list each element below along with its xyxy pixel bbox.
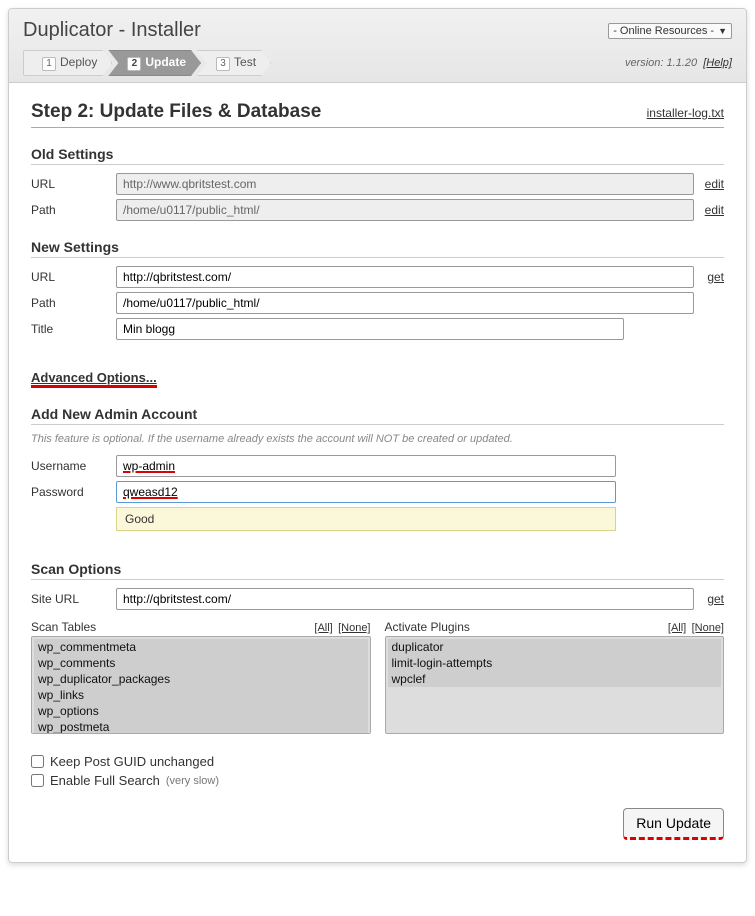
new-title-input[interactable] [116, 318, 624, 340]
old-path-input [116, 199, 694, 221]
old-url-label: URL [31, 177, 116, 191]
app-title: Duplicator - Installer [23, 19, 201, 42]
plugin-option[interactable]: limit-login-attempts [388, 655, 722, 671]
tables-none-link[interactable]: [None] [338, 622, 370, 634]
old-settings-heading: Old Settings [31, 146, 724, 165]
version-label: version: 1.1.20 [Help] [625, 57, 732, 69]
new-path-label: Path [31, 296, 116, 310]
admin-account-heading: Add New Admin Account [31, 406, 724, 425]
site-url-get-link[interactable]: get [707, 592, 724, 606]
table-option[interactable]: wp_links [34, 687, 368, 703]
advanced-options-toggle[interactable]: Advanced Options... [31, 370, 157, 388]
scan-options-heading: Scan Options [31, 561, 724, 580]
step-test[interactable]: 3Test [197, 50, 271, 76]
run-update-button[interactable]: Run Update [623, 808, 724, 840]
page-title: Step 2: Update Files & Database [31, 101, 321, 123]
step-update[interactable]: 2Update [108, 50, 201, 76]
table-option[interactable]: wp_postmeta [34, 719, 368, 734]
scan-tables-label: Scan Tables [31, 620, 96, 634]
activate-plugins-select[interactable]: duplicatorlimit-login-attemptswpclef [385, 636, 725, 734]
old-url-input [116, 173, 694, 195]
plugins-none-link[interactable]: [None] [692, 622, 724, 634]
plugin-option[interactable]: wpclef [388, 671, 722, 687]
old-path-label: Path [31, 203, 116, 217]
scan-tables-select[interactable]: wp_commentmetawp_commentswp_duplicator_p… [31, 636, 371, 734]
new-path-input[interactable] [116, 292, 694, 314]
admin-note: This feature is optional. If the usernam… [31, 433, 724, 445]
password-label: Password [31, 485, 116, 499]
site-url-label: Site URL [31, 592, 116, 606]
table-option[interactable]: wp_comments [34, 655, 368, 671]
activate-plugins-label: Activate Plugins [385, 620, 470, 634]
step-deploy[interactable]: 1Deploy [23, 50, 112, 76]
plugin-option[interactable]: duplicator [388, 639, 722, 655]
installer-log-link[interactable]: installer-log.txt [647, 106, 724, 120]
tables-all-link[interactable]: [All] [314, 622, 332, 634]
table-option[interactable]: wp_duplicator_packages [34, 671, 368, 687]
password-input[interactable] [116, 481, 616, 503]
site-url-input[interactable] [116, 588, 694, 610]
old-url-edit-link[interactable]: edit [705, 177, 724, 191]
keep-guid-label: Keep Post GUID unchanged [50, 754, 214, 769]
wizard-steps: 1Deploy 2Update 3Test [23, 50, 271, 76]
new-title-label: Title [31, 322, 116, 336]
new-settings-heading: New Settings [31, 239, 724, 258]
table-option[interactable]: wp_commentmeta [34, 639, 368, 655]
plugins-all-link[interactable]: [All] [668, 622, 686, 634]
password-strength: Good [116, 507, 616, 531]
full-search-note: (very slow) [166, 775, 219, 787]
keep-guid-checkbox[interactable] [31, 755, 44, 768]
table-option[interactable]: wp_options [34, 703, 368, 719]
full-search-label: Enable Full Search [50, 773, 160, 788]
username-input[interactable] [116, 455, 616, 477]
new-url-label: URL [31, 270, 116, 284]
new-url-input[interactable] [116, 266, 694, 288]
username-label: Username [31, 459, 116, 473]
online-resources-dropdown[interactable]: - Online Resources - [608, 23, 732, 39]
help-link[interactable]: [Help] [703, 57, 732, 69]
old-path-edit-link[interactable]: edit [705, 203, 724, 217]
new-url-get-link[interactable]: get [707, 270, 724, 284]
full-search-checkbox[interactable] [31, 774, 44, 787]
